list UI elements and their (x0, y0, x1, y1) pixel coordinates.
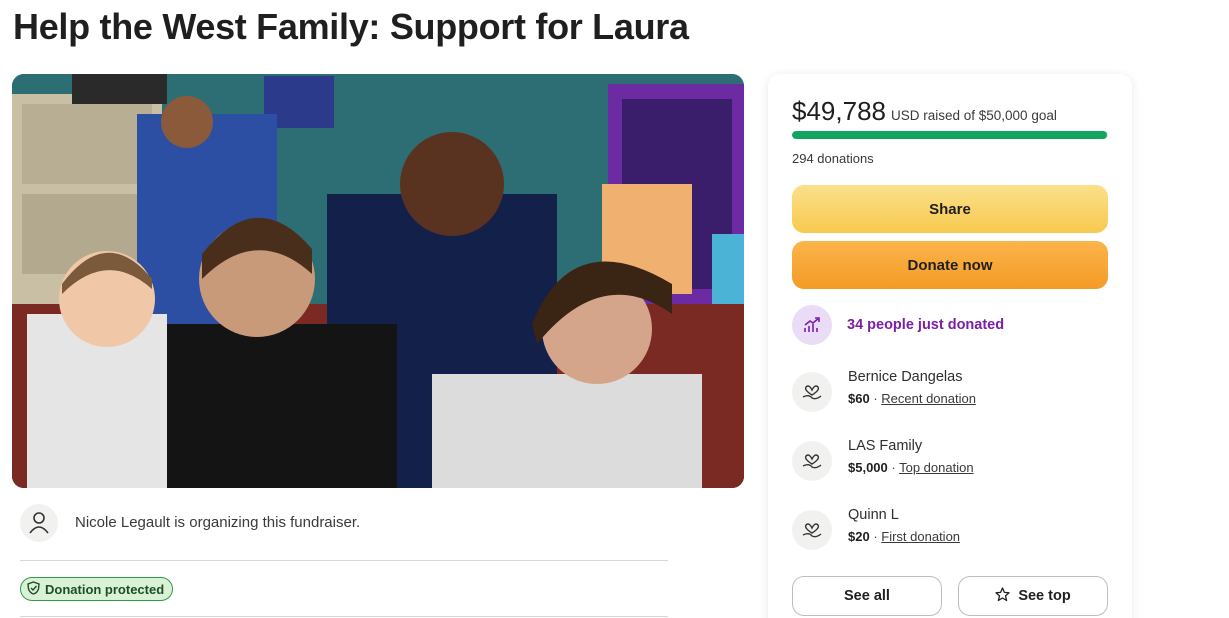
donation-protected-badge[interactable]: Donation protected (20, 577, 174, 601)
star-icon (995, 586, 1010, 606)
separator: · (887, 460, 900, 475)
donor-meta: $20 · First donation (848, 529, 960, 544)
donor-name: Bernice Dangelas (848, 369, 963, 385)
donor-amount: $60 (848, 391, 870, 406)
see-top-label: See top (1018, 588, 1071, 604)
goal-text: USD raised of $50,000 goal (890, 108, 1057, 123)
donor-amount: $20 (848, 529, 870, 544)
raised-amount: $49,788 (792, 96, 886, 126)
share-button[interactable]: Share (792, 185, 1108, 233)
shield-check-icon (27, 580, 40, 598)
progress-fill (792, 131, 1107, 139)
donation-tag-link[interactable]: Top donation (899, 460, 973, 475)
trend-text: 34 people just donated (847, 317, 1005, 333)
organizer-text: Nicole Legault is organizing this fundra… (75, 514, 361, 531)
see-top-button[interactable]: See top (958, 576, 1108, 616)
separator: · (869, 529, 882, 544)
donation-tag-link[interactable]: Recent donation (881, 391, 976, 406)
progress-bar (792, 131, 1108, 139)
donor-item: LAS Family $5,000 · Top donation (792, 438, 974, 481)
raised-summary: $49,788 USD raised of $50,000 goal (792, 96, 1057, 127)
recent-donations-indicator: 34 people just donated (792, 305, 1004, 345)
donation-tag-link[interactable]: First donation (881, 529, 960, 544)
badge-label: Donation protected (45, 581, 165, 597)
heart-hand-icon (792, 510, 832, 550)
person-icon (20, 504, 58, 542)
trend-up-icon (792, 305, 832, 345)
family-photo (12, 74, 744, 488)
divider (20, 616, 668, 617)
donor-meta: $5,000 · Top donation (848, 460, 974, 475)
donor-name: Quinn L (848, 507, 899, 523)
donor-meta: $60 · Recent donation (848, 391, 976, 406)
donor-amount: $5,000 (848, 460, 888, 475)
organizer-row: Nicole Legault is organizing this fundra… (20, 504, 668, 561)
donor-name: LAS Family (848, 438, 923, 454)
separator: · (869, 391, 882, 406)
heart-hand-icon (792, 441, 832, 481)
donor-item: Bernice Dangelas $60 · Recent donation (792, 369, 976, 412)
hero-photo[interactable] (12, 74, 744, 488)
heart-hand-icon (792, 372, 832, 412)
see-all-button[interactable]: See all (792, 576, 942, 616)
page-title: Help the West Family: Support for Laura (13, 6, 689, 47)
donate-now-button[interactable]: Donate now (792, 241, 1108, 289)
donations-count: 294 donations (792, 151, 874, 166)
donation-card: $49,788 USD raised of $50,000 goal 294 d… (768, 74, 1132, 618)
donor-item: Quinn L $20 · First donation (792, 507, 960, 550)
